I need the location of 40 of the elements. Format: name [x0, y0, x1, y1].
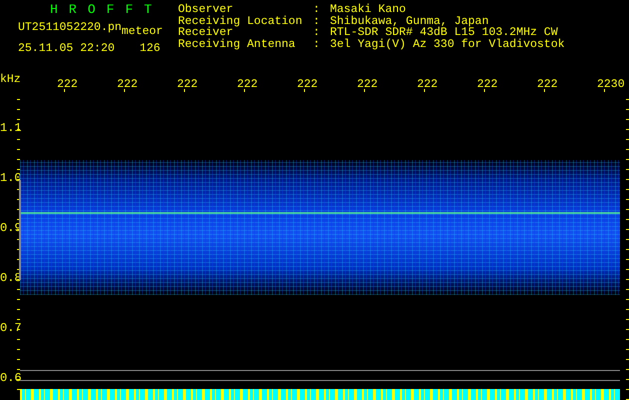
info-label: Observer	[178, 4, 234, 16]
time-tick	[304, 89, 305, 92]
time-tick	[604, 89, 605, 92]
time-tick	[184, 89, 185, 92]
info-value: Shibukawa, Gunma, Japan	[330, 16, 489, 27]
time-tick	[364, 89, 365, 92]
y-label: 1.1	[0, 123, 22, 134]
time-label: 222	[417, 79, 439, 90]
separator: :	[313, 16, 321, 27]
separator: :	[313, 4, 321, 16]
time-tick	[424, 89, 425, 92]
time-tick	[544, 89, 545, 92]
time-tick	[64, 89, 65, 92]
separator: :	[313, 27, 321, 38]
app-title: HROFFT	[49, 3, 164, 16]
separator: :	[313, 38, 321, 50]
date-time: 25.11.05 22:20	[18, 42, 115, 54]
mode-label: meteor	[122, 26, 163, 38]
info-value: RTL-SDR SDR# 43dB L15 103.2MHz CW	[330, 27, 558, 38]
info-label: Receiving Antenna	[178, 38, 296, 50]
time-label: 222	[477, 79, 499, 90]
time-tick	[244, 89, 245, 92]
file-name: UT2511052220.pn	[18, 22, 122, 34]
time-label: 222	[57, 79, 79, 90]
axis-unit: kHz	[0, 74, 21, 86]
count-value: 126	[140, 42, 160, 54]
time-label: 222	[177, 79, 199, 90]
info-value: 3el Yagi(V) Az 330 for Vladivostok	[330, 38, 565, 50]
time-label: 222	[237, 79, 259, 90]
info-label: Receiving Location	[178, 16, 304, 27]
time-tick	[124, 89, 125, 92]
info-label: Receiver	[178, 27, 234, 38]
y-label: 0.7	[0, 323, 22, 334]
time-label: 222	[357, 79, 379, 90]
time-label: 222	[297, 79, 319, 90]
time-tick	[484, 89, 485, 92]
info-value: Masaki Kano	[330, 4, 407, 16]
time-label: 222	[537, 79, 559, 90]
time-label: 222	[117, 79, 139, 90]
y-label: 0.6	[0, 373, 22, 384]
